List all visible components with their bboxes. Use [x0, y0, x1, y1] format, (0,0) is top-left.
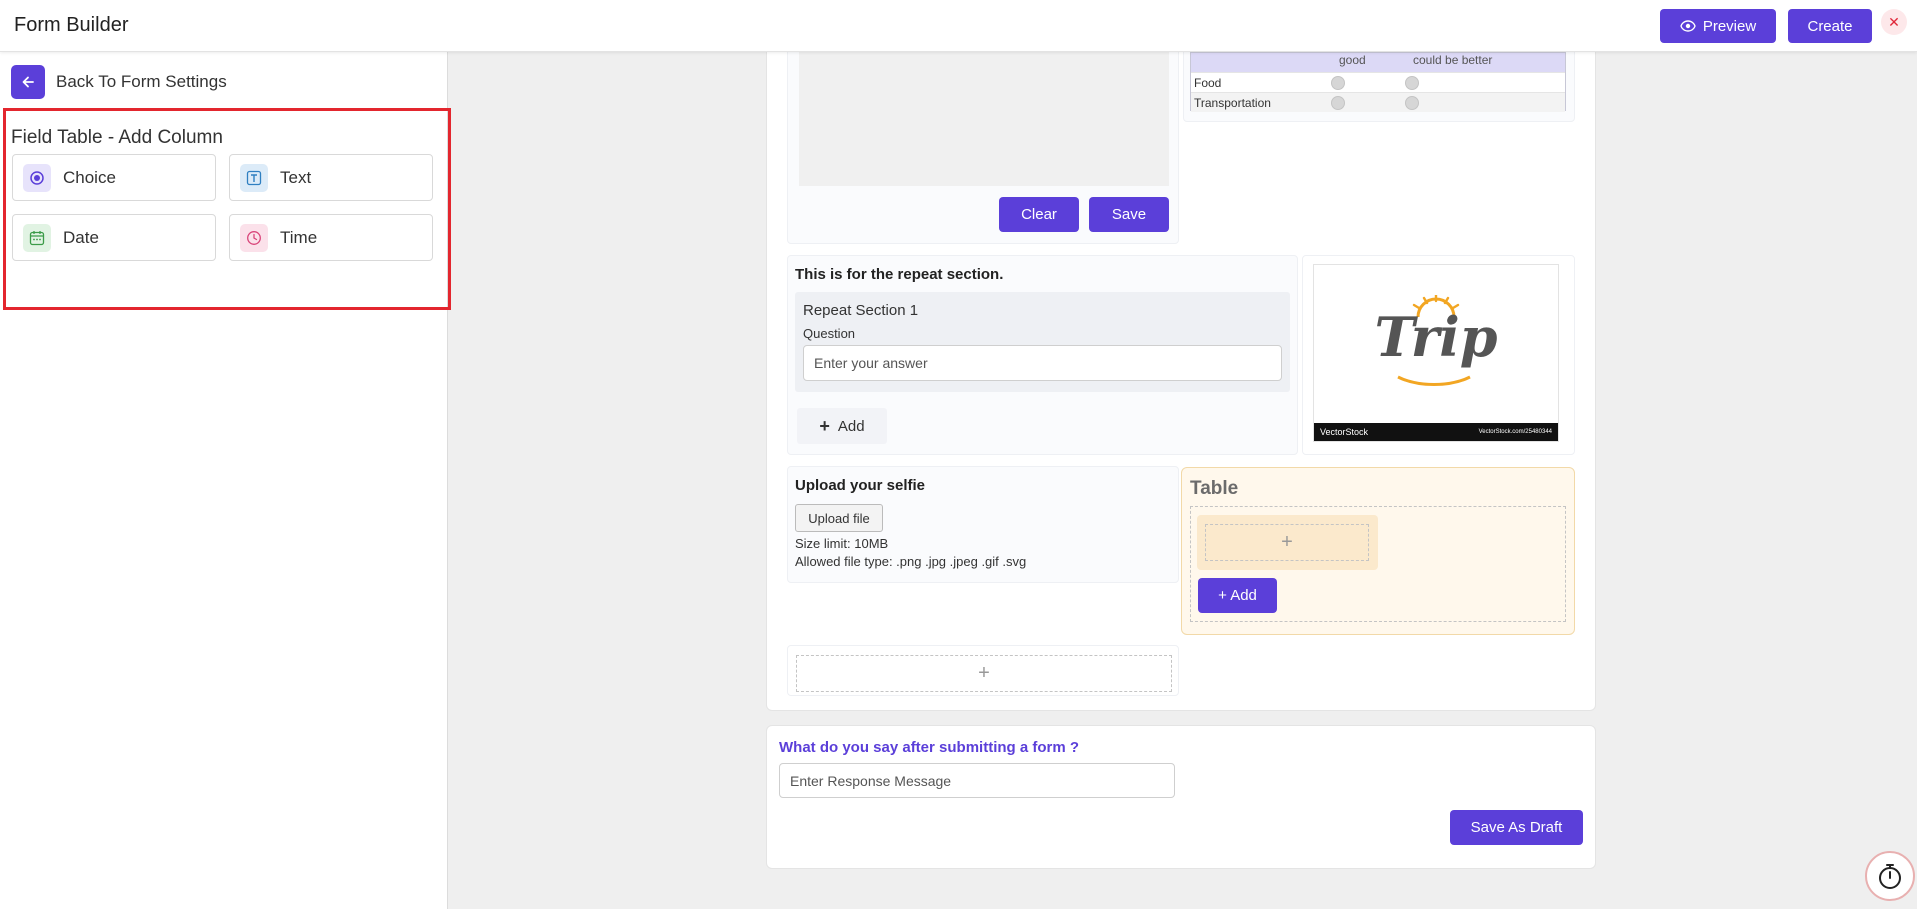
row-label: Food — [1194, 76, 1222, 90]
radio-option[interactable] — [1331, 76, 1345, 90]
close-icon[interactable]: ✕ — [1881, 9, 1907, 35]
eye-icon — [1680, 20, 1696, 32]
plus-icon: + — [819, 415, 830, 436]
response-question: What do you say after submitting a form … — [779, 739, 1080, 756]
section-title: Field Table - Add Column — [11, 127, 223, 148]
table-title: Table — [1190, 478, 1239, 499]
back-to-form-settings[interactable]: Back To Form Settings — [11, 65, 227, 99]
table-add-button[interactable]: + Add — [1198, 578, 1277, 613]
top-bar: Form Builder Preview Create ✕ — [0, 0, 1917, 52]
radio-icon — [23, 163, 51, 192]
image-footer: VectorStock VectorStock.com/25480344 — [1314, 423, 1558, 441]
field-time[interactable]: Time — [229, 214, 433, 261]
radio-option[interactable] — [1405, 76, 1419, 90]
table-row: Transportation — [1191, 92, 1565, 112]
footer-left: VectorStock — [1320, 427, 1369, 437]
clock-icon — [240, 223, 268, 252]
table-section: Table + + Add — [1181, 467, 1575, 635]
field-label: Choice — [63, 167, 116, 187]
field-label: Text — [280, 167, 312, 187]
preview-label: Preview — [1702, 17, 1757, 35]
signature-pad[interactable] — [799, 52, 1169, 186]
stopwatch-icon — [1879, 864, 1901, 889]
field-date[interactable]: Date — [12, 214, 216, 261]
upload-heading: Upload your selfie — [795, 477, 926, 494]
add-column-slot[interactable]: + — [1205, 524, 1369, 561]
size-limit: Size limit: 10MB — [795, 536, 889, 551]
clear-button[interactable]: Clear — [999, 197, 1079, 232]
field-label: Time — [280, 227, 318, 247]
preview-button[interactable]: Preview — [1660, 9, 1776, 43]
allowed-types: Allowed file type: .png .jpg .jpeg .gif … — [795, 554, 1027, 569]
repeat-heading: This is for the repeat section. — [795, 266, 1004, 283]
trip-image: Trip VectorStock VectorStock.com/2548034… — [1313, 264, 1559, 442]
footer-right: VectorStock.com/25480344 — [1478, 429, 1552, 435]
swoosh-icon — [1397, 375, 1471, 386]
add-label: Add — [837, 417, 865, 435]
add-field-slot[interactable]: + — [796, 655, 1172, 692]
radio-option[interactable] — [1405, 96, 1419, 110]
back-label: Back To Form Settings — [56, 72, 227, 91]
field-text[interactable]: Text — [229, 154, 433, 201]
rating-header: good could be better — [1191, 53, 1565, 72]
logo-text: Trip — [1374, 305, 1498, 369]
text-icon — [240, 163, 268, 192]
column-header: could be better — [1413, 53, 1493, 67]
page-title: Form Builder — [14, 14, 129, 36]
row-label: Transportation — [1194, 96, 1271, 110]
repeat-section-title: Repeat Section 1 — [803, 302, 919, 319]
answer-input[interactable]: Enter your answer — [803, 345, 1282, 381]
field-choice[interactable]: Choice — [12, 154, 216, 201]
radio-option[interactable] — [1331, 96, 1345, 110]
table-row: Food — [1191, 72, 1565, 92]
response-input[interactable]: Enter Response Message — [779, 763, 1175, 798]
save-as-draft-button[interactable]: Save As Draft — [1450, 810, 1583, 845]
column-header: good — [1339, 53, 1366, 67]
question-label: Question — [803, 326, 856, 341]
upload-file-button[interactable]: Upload file — [795, 504, 883, 532]
save-button[interactable]: Save — [1089, 197, 1169, 232]
add-repeat-button[interactable]: + Add — [797, 408, 887, 444]
field-label: Date — [63, 227, 99, 247]
arrow-left-icon[interactable] — [11, 65, 45, 99]
calendar-icon — [23, 223, 51, 252]
timer-button[interactable] — [1865, 851, 1915, 901]
create-button[interactable]: Create — [1788, 9, 1872, 43]
sidebar: Back To Form Settings Field Table - Add … — [0, 52, 451, 909]
rating-table: good could be better Food Transportation — [1190, 52, 1566, 112]
